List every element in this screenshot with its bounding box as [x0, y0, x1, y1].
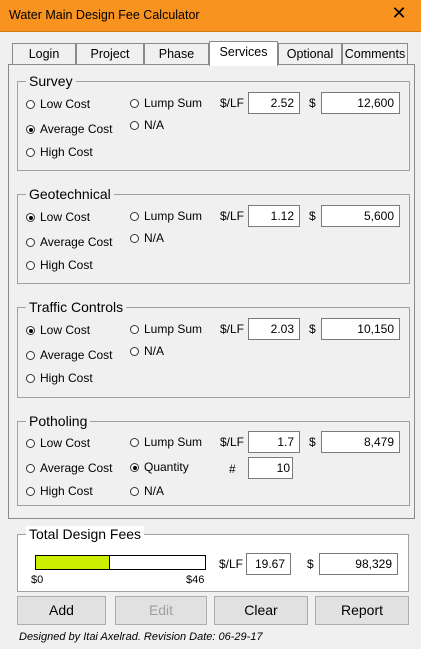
potholing-quantity-field[interactable]: 10 — [248, 457, 293, 479]
total-amount-field: 98,329 — [319, 553, 398, 575]
radio-icon — [26, 261, 35, 270]
geotechnical-rate-field[interactable]: 1.12 — [248, 205, 300, 227]
potholing-rate-label: $/LF — [220, 435, 245, 449]
potholing-rate-field[interactable]: 1.7 — [248, 431, 300, 453]
tab-project[interactable]: Project — [76, 43, 144, 64]
total-design-fees-frame: Total Design Fees $0 $46 $/LF 19.67 $ 98… — [17, 526, 409, 592]
window-title: Water Main Design Fee Calculator — [9, 8, 200, 22]
radio-icon — [26, 439, 35, 448]
radio-icon — [130, 325, 139, 334]
footer-credit: Designed by Itai Axelrad. Revision Date:… — [19, 631, 263, 643]
radio-icon — [26, 487, 35, 496]
total-title: Total Design Fees — [26, 526, 145, 542]
radio-icon — [130, 438, 139, 447]
geotechnical-amount-field[interactable]: 5,600 — [321, 205, 400, 227]
clear-button[interactable]: Clear — [214, 596, 308, 625]
survey-na-radio[interactable]: N/A — [130, 118, 164, 132]
tab-optional[interactable]: Optional — [278, 43, 342, 64]
geotechnical-frame: Geotechnical Low Cost Average Cost High … — [17, 186, 410, 284]
add-button[interactable]: Add — [17, 596, 106, 625]
radio-icon — [130, 234, 139, 243]
tab-services[interactable]: Services — [209, 41, 278, 66]
progress-min-label: $0 — [31, 574, 44, 586]
traffic-rate-field[interactable]: 2.03 — [248, 318, 300, 340]
radio-icon — [26, 351, 35, 360]
radio-icon — [26, 100, 35, 109]
survey-dollar-label: $ — [309, 96, 316, 110]
traffic-dollar-label: $ — [309, 322, 316, 336]
close-icon[interactable]: ✕ — [387, 3, 411, 24]
total-rate-label: $/LF — [219, 557, 244, 571]
fee-progress-bar — [35, 555, 206, 570]
potholing-average-radio[interactable]: Average Cost — [26, 461, 113, 475]
report-button[interactable]: Report — [315, 596, 409, 625]
traffic-lump-radio[interactable]: Lump Sum — [130, 322, 202, 336]
potholing-dollar-label: $ — [309, 435, 316, 449]
survey-high-radio[interactable]: High Cost — [26, 145, 93, 159]
potholing-high-radio[interactable]: High Cost — [26, 484, 93, 498]
radio-icon — [26, 213, 35, 222]
total-rate-field: 19.67 — [246, 553, 291, 575]
radio-icon — [26, 464, 35, 473]
tab-phase[interactable]: Phase — [144, 43, 209, 64]
survey-low-radio[interactable]: Low Cost — [26, 97, 90, 111]
potholing-quantity-label: # — [229, 462, 236, 476]
radio-icon — [26, 125, 35, 134]
geotechnical-rate-label: $/LF — [220, 209, 245, 223]
survey-frame: Survey Low Cost Average Cost High Cost L… — [17, 73, 410, 171]
radio-icon — [130, 121, 139, 130]
survey-amount-field[interactable]: 12,600 — [321, 92, 400, 114]
geotechnical-title: Geotechnical — [26, 186, 114, 202]
potholing-lump-radio[interactable]: Lump Sum — [130, 435, 202, 449]
progress-max-label: $46 — [186, 574, 205, 586]
potholing-amount-field[interactable]: 8,479 — [321, 431, 400, 453]
potholing-quantity-radio[interactable]: Quantity — [130, 460, 189, 474]
radio-icon — [26, 374, 35, 383]
geotechnical-low-radio[interactable]: Low Cost — [26, 210, 90, 224]
radio-icon — [130, 212, 139, 221]
geotechnical-lump-radio[interactable]: Lump Sum — [130, 209, 202, 223]
radio-icon — [26, 238, 35, 247]
title-bar: Water Main Design Fee Calculator ✕ — [0, 0, 421, 32]
geotechnical-average-radio[interactable]: Average Cost — [26, 235, 113, 249]
potholing-title: Potholing — [26, 413, 91, 429]
radio-icon — [130, 463, 139, 472]
survey-title: Survey — [26, 73, 76, 89]
survey-lump-radio[interactable]: Lump Sum — [130, 96, 202, 110]
survey-average-radio[interactable]: Average Cost — [26, 122, 113, 136]
radio-icon — [26, 148, 35, 157]
traffic-high-radio[interactable]: High Cost — [26, 371, 93, 385]
traffic-controls-title: Traffic Controls — [26, 299, 127, 315]
edit-button[interactable]: Edit — [115, 596, 207, 625]
geotechnical-high-radio[interactable]: High Cost — [26, 258, 93, 272]
traffic-na-radio[interactable]: N/A — [130, 344, 164, 358]
potholing-frame: Potholing Low Cost Average Cost High Cos… — [17, 413, 410, 506]
potholing-low-radio[interactable]: Low Cost — [26, 436, 90, 450]
traffic-rate-label: $/LF — [220, 322, 245, 336]
radio-icon — [26, 326, 35, 335]
traffic-low-radio[interactable]: Low Cost — [26, 323, 90, 337]
traffic-amount-field[interactable]: 10,150 — [321, 318, 400, 340]
tab-comments[interactable]: Comments — [342, 43, 408, 64]
fee-progress-fill — [36, 556, 110, 569]
survey-rate-label: $/LF — [220, 96, 245, 110]
radio-icon — [130, 487, 139, 496]
traffic-average-radio[interactable]: Average Cost — [26, 348, 113, 362]
potholing-na-radio[interactable]: N/A — [130, 484, 164, 498]
tab-login[interactable]: Login — [12, 43, 76, 64]
survey-rate-field[interactable]: 2.52 — [248, 92, 300, 114]
radio-icon — [130, 347, 139, 356]
geotechnical-dollar-label: $ — [309, 209, 316, 223]
geotechnical-na-radio[interactable]: N/A — [130, 231, 164, 245]
total-dollar-label: $ — [307, 557, 314, 571]
traffic-controls-frame: Traffic Controls Low Cost Average Cost H… — [17, 299, 410, 398]
radio-icon — [130, 99, 139, 108]
